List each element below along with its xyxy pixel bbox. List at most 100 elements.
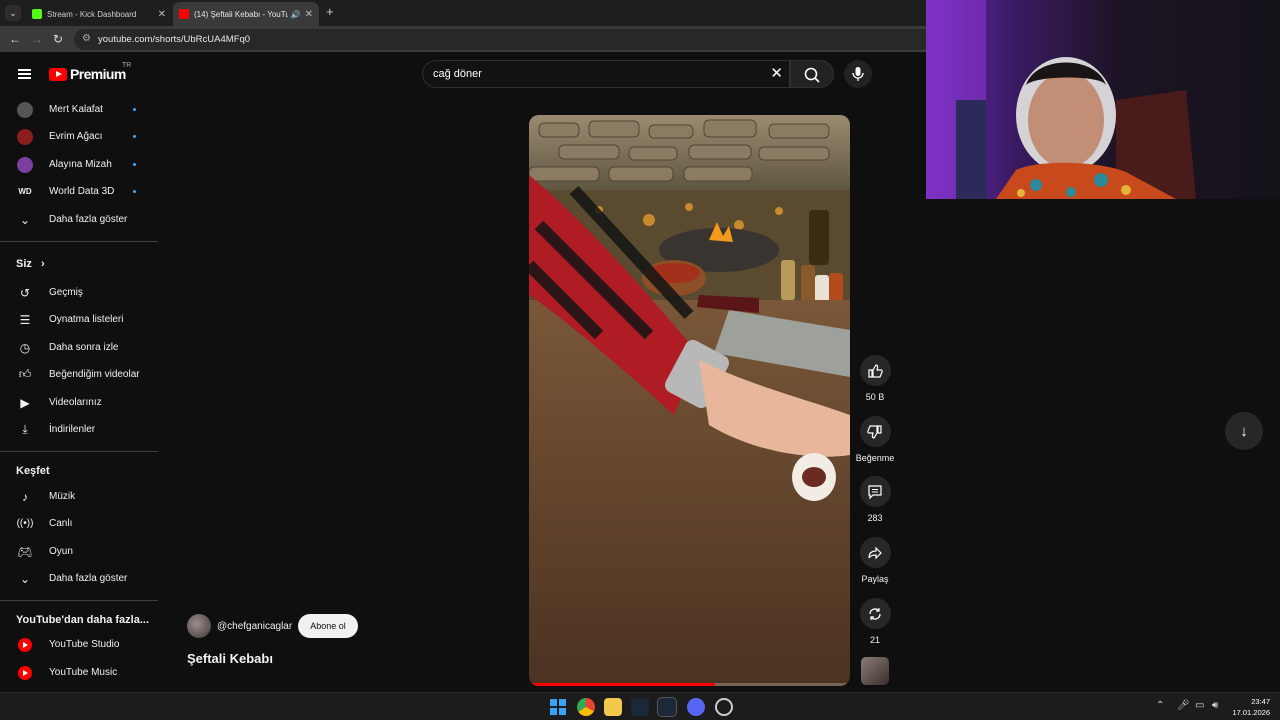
sidebar-item-playlists[interactable]: ☰ Oynatma listeleri [0,306,160,333]
share-label: Paylaş [861,574,889,584]
you-section-heading[interactable]: Siz › [16,258,45,270]
sidebar-item-label: Daha fazla göster [49,573,128,584]
sidebar-item-music[interactable]: ♪ Müzik [0,483,160,510]
search-box[interactable]: cağ döner ✕ [422,60,790,88]
world-data-logo-icon: WD [18,187,32,196]
obs-icon[interactable] [715,698,733,716]
youtube-play-icon [49,67,67,81]
address-bar-row: ← → ↻ ⚙ youtube.com/shorts/UbRcUA4MFq0 [0,26,926,52]
like-button[interactable] [859,355,891,386]
close-tab-icon[interactable]: ✕ [158,9,166,20]
comments-action[interactable]: 283 [852,476,898,523]
forward-icon[interactable]: → [31,32,43,46]
reload-icon[interactable]: ↻ [53,32,63,46]
file-explorer-icon[interactable] [604,698,622,716]
speaker-icon[interactable]: 🔊 [291,10,301,19]
sidebar-item-label: Videolarınız [49,397,102,408]
dislike-button[interactable] [859,416,891,447]
sidebar-item-liked[interactable]: 👍︎ Beğendiğim videolar [0,361,160,388]
voice-search-button[interactable] [844,60,872,88]
back-icon[interactable]: ← [9,32,21,46]
clear-search-icon[interactable]: ✕ [770,64,783,82]
section-title: Siz [16,258,32,270]
shorts-video-player[interactable] [529,115,850,686]
channel-avatar[interactable] [187,614,211,638]
kick-favicon-icon [32,9,42,19]
chevron-right-icon: › [40,258,45,270]
remix-count: 21 [869,635,880,645]
channel-avatar [17,101,33,118]
chrome-icon[interactable] [577,698,595,716]
sidebar-item-watch-later[interactable]: ◷ Daha sonra izle [0,334,160,361]
chevron-down-icon: ⌄ [19,212,31,227]
divider [0,241,158,242]
sidebar-item-your-videos[interactable]: ▶ Videolarınız [0,389,160,416]
like-action[interactable]: 50 B [852,355,898,402]
sidebar-show-more[interactable]: ⌄ Daha fazla göster [0,565,160,592]
share-action[interactable]: Paylaş [852,537,898,584]
remix-button[interactable] [859,598,891,629]
sidebar-show-more[interactable]: ⌄ Daha fazla göster [0,206,160,233]
windows-start-icon[interactable] [549,698,567,716]
share-button[interactable] [859,537,891,568]
remix-action[interactable]: 21 [852,598,898,645]
sidebar-item-youtube-studio[interactable]: YouTube Studio [0,631,160,658]
short-title[interactable]: Şeftali Kebabı [187,651,273,666]
site-info-icon[interactable]: ⚙ [82,33,91,44]
new-content-dot [133,135,136,138]
sidebar-item-live[interactable]: ((•)) Canlı [0,510,160,537]
url-bar[interactable]: ⚙ youtube.com/shorts/UbRcUA4MFq0 [74,29,926,50]
subscribe-button[interactable]: Abone ol [298,614,358,638]
youtube-premium-logo[interactable]: Premium TR [49,62,131,82]
sidebar-item-label: Canlı [49,518,73,529]
thumbs-down-icon [867,424,882,439]
sidebar-item-gaming[interactable]: 🎮︎ Oyun [0,538,160,565]
close-tab-icon[interactable]: ✕ [305,9,313,20]
sidebar-item-label: YouTube Music [49,667,118,678]
channel-avatar [17,156,33,173]
playlists-icon: ☰ [19,312,31,327]
url-text[interactable]: youtube.com/shorts/UbRcUA4MFq0 [98,34,250,45]
sidebar-item-youtube-music[interactable]: YouTube Music [0,659,160,686]
discord-icon[interactable] [687,698,705,716]
tray-volume-icon[interactable]: 🔊︎ [1212,700,1218,711]
sidebar-item-label: İndirilenler [49,424,96,435]
sidebar-item-subscription[interactable]: Alayına Mizah [0,151,160,178]
taskbar-clock[interactable]: 23:47 17.01.2026 [1232,696,1270,718]
new-tab-icon[interactable]: + [326,4,334,19]
webcam-overlay [926,0,1280,199]
sidebar-item-label: Oynatma listeleri [49,314,124,325]
country-code: TR [122,62,132,69]
menu-icon[interactable] [18,69,31,79]
browser-tab-kick[interactable]: Stream - Kick Dashboard ✕ [26,2,172,26]
next-short-button[interactable]: ↓ [1225,412,1263,450]
thumbs-up-icon: 👍︎ [18,367,32,381]
live-icon: ((•)) [16,518,34,529]
watch-later-icon: ◷ [19,340,31,355]
tray-mic-icon[interactable]: 🎤︎ [1177,700,1190,711]
video-progress-fill [529,683,716,686]
sidebar-item-label: Daha fazla göster [49,214,128,225]
video-progress-bar[interactable] [529,683,850,686]
sidebar-item-subscription[interactable]: WD World Data 3D [0,178,160,205]
dislike-action[interactable]: Beğenme [852,416,898,463]
channel-name[interactable]: @chefganicaglar [217,621,292,632]
steam-active-icon[interactable] [657,697,677,717]
tray-overflow-icon[interactable]: ⌃ [1156,700,1164,711]
sidebar-item-subscription[interactable]: Mert Kalafat [0,96,160,123]
steam-icon[interactable] [631,698,649,716]
browser-tab-youtube[interactable]: (14) Şeftali Kebabı - YouTube 🔊 ✕ [173,2,319,26]
search-input[interactable]: cağ döner [433,68,482,80]
new-content-dot [133,163,136,166]
sidebar-item-history[interactable]: ↺ Geçmiş [0,279,160,306]
sidebar-item-downloads[interactable]: ⤓ İndirilenler [0,416,160,443]
windows-taskbar: ⌃ 🎤︎ ▭ 🔊︎ 23:47 17.01.2026 [0,692,1280,720]
tray-network-icon[interactable]: ▭ [1195,700,1204,711]
sound-thumbnail[interactable] [861,657,889,685]
tab-search-chevron-icon[interactable]: ⌄ [5,5,21,21]
comments-button[interactable] [859,476,891,507]
sidebar-item-subscription[interactable]: Evrim Ağacı [0,123,160,150]
search-button[interactable] [790,60,834,88]
search-icon [804,67,820,83]
clock-date: 17.01.2026 [1232,708,1270,717]
